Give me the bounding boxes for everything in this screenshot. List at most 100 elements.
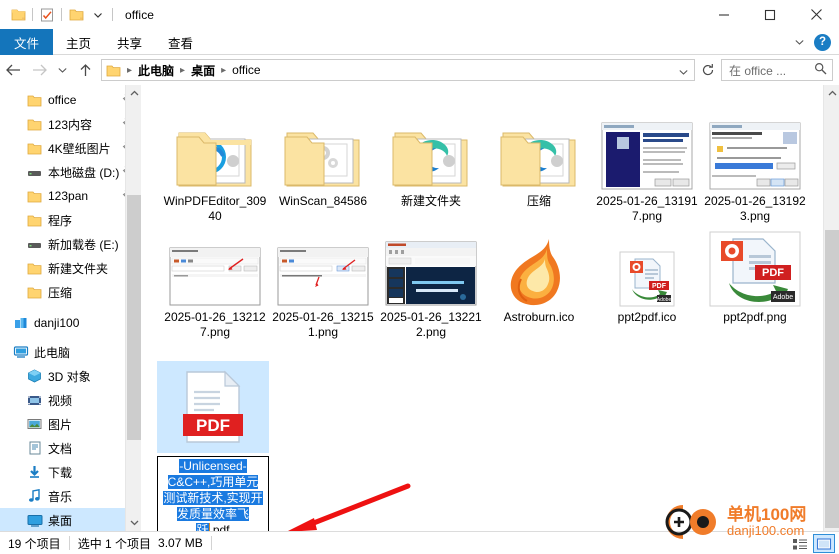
sidebar-item-compressed[interactable]: 压缩 — [0, 280, 141, 304]
new-folder-icon[interactable] — [65, 4, 87, 26]
qat-separator — [32, 8, 33, 21]
sidebar-item-programs[interactable]: 程序 — [0, 208, 141, 232]
qat-separator-2 — [61, 8, 62, 21]
sidebar-label: 视频 — [48, 393, 73, 408]
scroll-up-arrow-icon[interactable] — [824, 85, 839, 102]
sidebar-item-downloads[interactable]: 下载 — [0, 460, 141, 484]
tab-file[interactable]: 文件 — [0, 29, 54, 55]
file-item[interactable]: Astroburn.ico — [485, 227, 593, 325]
breadcrumb-item-1[interactable]: 桌面 — [189, 62, 217, 79]
file-item[interactable]: WinScan_84586 — [269, 93, 377, 209]
music-icon — [26, 488, 43, 505]
sidebar-item-3d-objects[interactable]: 3D 对象 — [0, 364, 141, 388]
sidebar-item-danji100[interactable]: danji100 — [0, 311, 141, 335]
chevron-down-icon[interactable] — [87, 4, 109, 26]
close-button[interactable] — [793, 0, 839, 29]
sidebar-label: 下载 — [48, 465, 73, 480]
sidebar-item-local-disk-d[interactable]: 本地磁盘 (D:) — [0, 160, 141, 184]
refresh-button[interactable] — [697, 59, 719, 81]
file-item[interactable]: PDF Adobe ppt2pdf.ico — [593, 227, 701, 325]
drive-icon — [26, 236, 43, 253]
sidebar-label: 此电脑 — [34, 345, 71, 360]
folder-icon — [26, 284, 43, 301]
file-list-scrollbar[interactable] — [823, 85, 839, 531]
sidebar-item-new-folder[interactable]: 新建文件夹 — [0, 256, 141, 280]
up-button[interactable] — [72, 57, 98, 83]
recent-locations-icon[interactable] — [52, 57, 72, 83]
file-item[interactable]: 2025-01-26_132151.png — [269, 227, 377, 340]
desktop-icon — [26, 512, 43, 529]
sidebar-label: 123内容 — [48, 117, 93, 132]
back-button[interactable] — [0, 57, 26, 83]
file-name: 2025-01-26_131923.png — [704, 194, 806, 223]
breadcrumb-item-2[interactable]: office — [230, 63, 262, 77]
forward-button[interactable] — [26, 57, 52, 83]
sidebar-item-office[interactable]: office — [0, 88, 141, 112]
file-item-renaming[interactable]: PDF -Unlicensed- C&C++,巧用单元 测试新技术,实现开 发质… — [157, 361, 269, 531]
svg-text:PDF: PDF — [762, 267, 784, 279]
large-icons-view-button[interactable] — [813, 534, 835, 553]
file-item[interactable]: 2025-01-26_132127.png — [161, 227, 269, 340]
maximize-button[interactable] — [747, 0, 793, 29]
3d-objects-icon — [26, 368, 43, 385]
file-list-pane[interactable]: WinPDFEditor_30940 WinScan_84586 新建文件夹 压… — [141, 85, 839, 531]
sidebar-item-pictures[interactable]: 图片 — [0, 412, 141, 436]
sidebar-item-desktop[interactable]: 桌面 — [0, 508, 141, 531]
image-preview — [277, 247, 369, 306]
properties-icon[interactable] — [36, 4, 58, 26]
status-bar: 19 个项目 选中 1 个项目 3.07 MB — [0, 531, 839, 554]
scroll-up-arrow-icon[interactable] — [126, 85, 141, 102]
ppt2pdf-icon: PDF Adobe — [619, 251, 675, 307]
sidebar-label: office — [48, 93, 77, 107]
downloads-icon — [26, 464, 43, 481]
sidebar-item-123pan[interactable]: 123pan — [0, 184, 141, 208]
sidebar-item-123content[interactable]: 123内容 — [0, 112, 141, 136]
breadcrumb-sep-1: ▸ — [180, 64, 186, 76]
file-item[interactable]: 压缩 — [485, 93, 593, 209]
navigation-scrollbar-thumb[interactable] — [127, 195, 141, 440]
navigation-scrollbar[interactable] — [125, 85, 141, 531]
minimize-button[interactable] — [701, 0, 747, 29]
details-view-button[interactable] — [789, 534, 811, 553]
file-list-scrollbar-thumb[interactable] — [825, 230, 839, 528]
address-dropdown-icon[interactable] — [678, 63, 689, 81]
file-item[interactable]: WinPDFEditor_30940 — [161, 93, 269, 224]
breadcrumb-item-0[interactable]: 此电脑 — [136, 62, 176, 79]
scroll-down-arrow-icon[interactable] — [126, 514, 141, 531]
documents-icon — [26, 440, 43, 457]
file-item[interactable]: 2025-01-26_131917.png — [593, 93, 701, 224]
sidebar-item-videos[interactable]: 视频 — [0, 388, 141, 412]
expand-ribbon-icon[interactable] — [791, 34, 807, 50]
folder-icon[interactable] — [7, 4, 29, 26]
svg-text:Adobe: Adobe — [657, 297, 672, 303]
sidebar-label: 新建文件夹 — [48, 261, 109, 276]
file-item[interactable]: 2025-01-26_132212.png — [377, 227, 485, 340]
file-name: 新建文件夹 — [400, 194, 461, 208]
tab-home[interactable]: 主页 — [53, 29, 104, 55]
file-item[interactable]: 新建文件夹 — [377, 93, 485, 209]
tab-view[interactable]: 查看 — [155, 29, 206, 55]
file-name: 2025-01-26_132151.png — [272, 310, 374, 339]
search-icon — [814, 62, 827, 78]
image-preview — [709, 122, 801, 190]
sidebar-item-this-pc[interactable]: 此电脑 — [0, 340, 141, 364]
selection-info: 选中 1 个项目 3.07 MB — [70, 532, 211, 554]
file-item[interactable]: 2025-01-26_131923.png — [701, 93, 809, 224]
sidebar-item-music[interactable]: 音乐 — [0, 484, 141, 508]
sidebar-item-4k-wallpaper[interactable]: 4K壁纸图片 — [0, 136, 141, 160]
help-button[interactable]: ? — [814, 33, 831, 51]
breadcrumb-folder-icon — [106, 64, 121, 77]
folder-thumbnail — [377, 93, 485, 191]
tab-share[interactable]: 共享 — [104, 29, 155, 55]
breadcrumb[interactable]: ▸ 此电脑 ▸ 桌面 ▸ office — [101, 59, 695, 81]
sidebar-item-new-volume-e[interactable]: 新加载卷 (E:) — [0, 232, 141, 256]
sidebar-item-documents[interactable]: 文档 — [0, 436, 141, 460]
rename-textbox[interactable]: -Unlicensed- C&C++,巧用单元 测试新技术,实现开 发质量效率飞… — [157, 456, 269, 531]
folder-icon — [176, 132, 252, 187]
breadcrumb-sep-0: ▸ — [127, 64, 133, 76]
qat-separator-3 — [112, 8, 113, 21]
folder-icon — [26, 116, 43, 133]
search-input[interactable]: 在 office ... — [721, 59, 833, 81]
sidebar-label: 文档 — [48, 441, 73, 456]
file-item[interactable]: PDF Adobe ppt2pdf.png — [701, 227, 809, 325]
